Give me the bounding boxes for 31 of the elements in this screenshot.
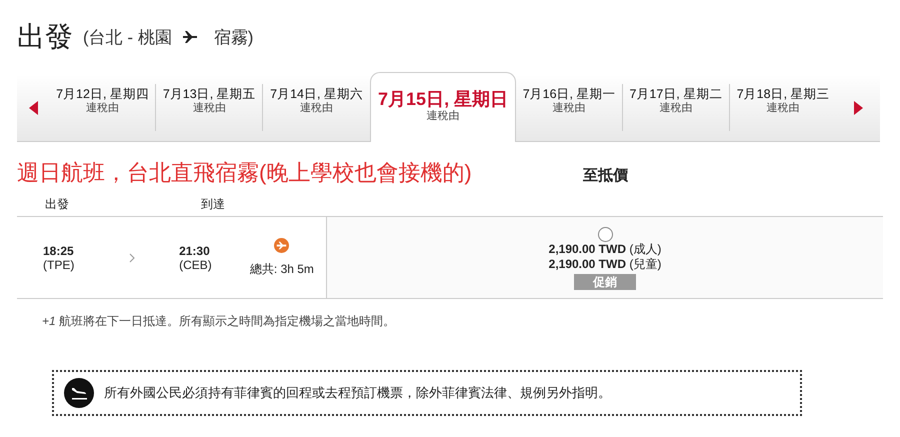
date-tab[interactable]: 7月14日, 星期六 連稅由 (263, 84, 370, 131)
date-tab[interactable]: 7月15日, 星期日 連稅由 (370, 72, 516, 142)
column-header: 到達 (200, 196, 226, 212)
footnote-text: +1 航班將在下一日抵達。所有顯示之時間為指定機場之當地時間。 (41, 313, 396, 330)
right-triangle-icon (854, 100, 863, 114)
arrival-airport: (CEB) (179, 258, 213, 272)
promo-badge: 促銷 (574, 274, 636, 290)
page-title: 出發 (17, 19, 73, 55)
route-destination: 宿霧) (214, 26, 254, 48)
date-tab[interactable]: 7月16日, 星期一 連稅由 (516, 84, 623, 131)
route-origin: (台北 - 桃園 (83, 26, 172, 48)
plane-icon (274, 238, 290, 252)
left-triangle-icon (28, 100, 38, 114)
plane-landing-icon (64, 378, 94, 408)
date-tab[interactable]: 7月12日, 星期四 連稅由 (50, 84, 156, 131)
annotation-text: 週日航班，台北直飛宿霧(晚上學校也會接機的) (17, 159, 473, 187)
chevron-icon (129, 252, 136, 262)
column-header: 出發 (44, 196, 70, 212)
departure-time: 18:25 (43, 244, 75, 258)
fare-price: 2,190.00 TWD (兒童) (548, 257, 662, 272)
date-tab[interactable]: 7月13日, 星期五 連稅由 (156, 84, 264, 131)
plane-icon (182, 30, 198, 44)
fare-price: 2,190.00 TWD (成人) (548, 242, 662, 257)
date-tab[interactable]: 7月18日, 星期三 連稅由 (730, 84, 836, 131)
price-heading: 至抵價 (583, 166, 628, 185)
arrival-time: 21:30 (179, 244, 211, 258)
flight-duration: 總共: 3h 5m (250, 260, 314, 278)
notice-text: 所有外國公民必須持有菲律賓的回程或去程預訂機票，除外菲律賓法律、規例另外指明。 (104, 384, 611, 402)
departure-airport: (TPE) (43, 258, 76, 272)
fare-radio[interactable] (598, 227, 612, 242)
date-tab[interactable]: 7月17日, 星期二 連稅由 (622, 84, 730, 131)
